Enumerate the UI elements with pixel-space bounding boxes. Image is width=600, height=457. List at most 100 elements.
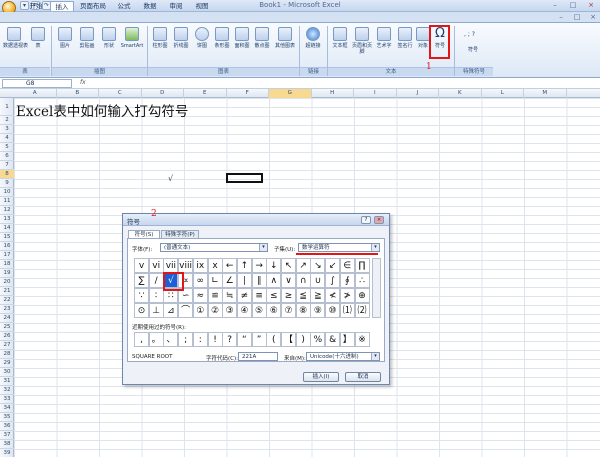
row-header[interactable]: 3 bbox=[0, 125, 14, 134]
row-header[interactable]: 23 bbox=[0, 305, 14, 314]
name-box[interactable]: G8 bbox=[2, 79, 72, 88]
clipart-button[interactable]: 剪贴画 bbox=[76, 27, 98, 67]
row-header[interactable]: 13 bbox=[0, 215, 14, 224]
symbol-cell[interactable]: ② bbox=[207, 303, 223, 318]
row-header[interactable]: 22 bbox=[0, 296, 14, 305]
symbol-cell[interactable]: / bbox=[148, 273, 164, 288]
recent-symbol-cell[interactable]: & bbox=[325, 332, 341, 347]
header-footer-button[interactable]: 页眉和页脚 bbox=[350, 27, 374, 67]
tab-formulas[interactable]: 公式 bbox=[112, 1, 136, 11]
recent-symbol-cell[interactable]: ( bbox=[266, 332, 282, 347]
from-select[interactable]: Unicode(十六进制) ▾ bbox=[306, 352, 380, 361]
recent-symbol-cell[interactable]: 】 bbox=[339, 332, 355, 347]
recent-symbol-cell[interactable]: % bbox=[310, 332, 326, 347]
selected-cell[interactable] bbox=[226, 173, 263, 183]
symbol-cell[interactable]: ⊿ bbox=[163, 303, 179, 318]
row-header[interactable]: 16 bbox=[0, 242, 14, 251]
column-header[interactable]: F bbox=[227, 89, 269, 98]
symbol-cell[interactable]: ⑧ bbox=[295, 303, 311, 318]
row-header[interactable]: 6 bbox=[0, 152, 14, 161]
symbol-cell[interactable]: ≥ bbox=[281, 288, 296, 303]
symbol-cell[interactable]: ≠ bbox=[236, 288, 252, 303]
column-header[interactable]: A bbox=[14, 89, 57, 98]
tab-page-layout[interactable]: 页面布局 bbox=[76, 1, 110, 11]
symbol-cell[interactable]: ← bbox=[222, 258, 238, 273]
dialog-help-button[interactable]: ? bbox=[361, 216, 371, 224]
symbol-cell[interactable]: ⑨ bbox=[310, 303, 326, 318]
recent-symbol-cell[interactable]: ※ bbox=[354, 332, 370, 347]
row-header[interactable]: 17 bbox=[0, 251, 14, 260]
textbox-button[interactable]: 文本框 bbox=[329, 27, 351, 67]
row-header[interactable]: 21 bbox=[0, 287, 14, 296]
row-header[interactable]: 39 bbox=[0, 449, 14, 457]
pivot-table-button[interactable]: 数据透视表 bbox=[3, 27, 28, 67]
recent-symbol-cell[interactable]: 。 bbox=[148, 332, 164, 347]
row-header[interactable]: 1 bbox=[0, 98, 14, 116]
symbol-grid-scrollbar[interactable] bbox=[372, 258, 381, 318]
symbol-cell[interactable]: ∠ bbox=[222, 273, 238, 288]
symbol-cell[interactable]: ≌ bbox=[207, 288, 223, 303]
column-header[interactable]: E bbox=[184, 89, 227, 98]
insert-button[interactable]: 插入(I) bbox=[303, 372, 339, 382]
recent-symbol-cell[interactable]: ) bbox=[295, 332, 311, 347]
row-header[interactable]: 10 bbox=[0, 188, 14, 197]
recent-symbol-cell[interactable]: ; bbox=[178, 332, 194, 347]
symbol-cell[interactable]: ④ bbox=[236, 303, 252, 318]
sheet-heading-text[interactable]: Excel表中如何输入打勾符号 bbox=[16, 100, 188, 120]
symbol-cell[interactable]: ⑤ bbox=[251, 303, 267, 318]
symbol-cell[interactable]: ⊕ bbox=[354, 288, 370, 303]
cancel-button[interactable]: 取消 bbox=[345, 372, 381, 382]
row-header[interactable]: 38 bbox=[0, 440, 14, 449]
row-header[interactable]: 2 bbox=[0, 116, 14, 125]
symbol-cell[interactable]: ∨ bbox=[281, 273, 296, 288]
symbol-cell[interactable]: ≮ bbox=[325, 288, 341, 303]
symbol-cell[interactable]: ∣ bbox=[236, 273, 252, 288]
row-header[interactable]: 27 bbox=[0, 341, 14, 350]
symbol-cell[interactable]: ⊙ bbox=[134, 303, 149, 318]
row-header[interactable]: 32 bbox=[0, 386, 14, 395]
symbol-cell[interactable]: ⑵ bbox=[354, 303, 370, 318]
row-header[interactable]: 11 bbox=[0, 197, 14, 206]
symbol-cell[interactable]: ∞ bbox=[192, 273, 208, 288]
symbol-cell[interactable]: x bbox=[207, 258, 223, 273]
tab-home[interactable]: 开始 bbox=[24, 1, 48, 11]
row-header[interactable]: 36 bbox=[0, 422, 14, 431]
symbol-cell[interactable]: ∧ bbox=[266, 273, 282, 288]
symbol-cell[interactable]: ≧ bbox=[310, 288, 326, 303]
doc-close-button[interactable]: × bbox=[584, 12, 600, 22]
symbol-cell[interactable]: v bbox=[134, 258, 149, 273]
symbol-cell[interactable]: ↗ bbox=[295, 258, 311, 273]
row-header[interactable]: 15 bbox=[0, 233, 14, 242]
recent-symbol-cell[interactable]: ” bbox=[251, 332, 267, 347]
symbol-cell[interactable]: ∥ bbox=[251, 273, 267, 288]
symbol-cell[interactable]: ⊥ bbox=[148, 303, 164, 318]
recent-symbol-cell[interactable]: “ bbox=[236, 332, 252, 347]
symbol-cell[interactable]: ≈ bbox=[192, 288, 208, 303]
row-header[interactable]: 37 bbox=[0, 431, 14, 440]
column-header[interactable]: M bbox=[524, 89, 567, 98]
symbol-cell[interactable]: ≯ bbox=[339, 288, 355, 303]
symbol-cell[interactable]: ∶ bbox=[148, 288, 164, 303]
row-header[interactable]: 26 bbox=[0, 332, 14, 341]
row-header[interactable]: 29 bbox=[0, 359, 14, 368]
recent-symbol-cell[interactable]: ? bbox=[222, 332, 238, 347]
symbol-cell[interactable]: ∵ bbox=[134, 288, 149, 303]
column-chart-button[interactable]: 柱形图 bbox=[149, 27, 171, 67]
row-header[interactable]: 4 bbox=[0, 134, 14, 143]
row-header[interactable]: 9 bbox=[0, 179, 14, 188]
smartart-button[interactable]: SmartArt bbox=[119, 27, 145, 67]
symbol-cell[interactable]: ≦ bbox=[295, 288, 311, 303]
row-header[interactable]: 33 bbox=[0, 395, 14, 404]
symbol-cell[interactable]: ↓ bbox=[266, 258, 282, 273]
shapes-button[interactable]: 形状 bbox=[98, 27, 120, 67]
symbol-cell[interactable]: ↑ bbox=[236, 258, 252, 273]
hyperlink-button[interactable]: 超链接 bbox=[301, 27, 325, 67]
symbol-cell[interactable]: ↖ bbox=[281, 258, 296, 273]
symbol-cell[interactable]: ③ bbox=[222, 303, 238, 318]
minimize-button[interactable]: – bbox=[546, 0, 564, 11]
symbol-cell[interactable]: ∟ bbox=[207, 273, 223, 288]
row-header[interactable]: 25 bbox=[0, 323, 14, 332]
symbol-cell[interactable]: ≤ bbox=[266, 288, 282, 303]
row-header[interactable]: 35 bbox=[0, 413, 14, 422]
scatter-chart-button[interactable]: 散点图 bbox=[251, 27, 273, 67]
